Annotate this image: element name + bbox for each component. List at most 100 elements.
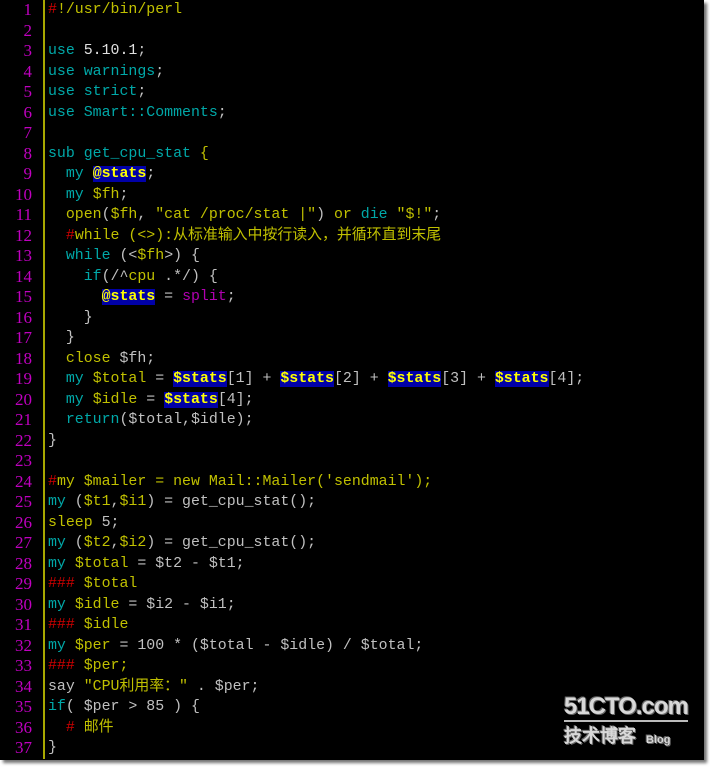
token-hl: $stats xyxy=(173,371,227,387)
code-text[interactable]: if( $per > 85 ) { xyxy=(48,697,200,718)
code-line[interactable]: 13 while (<$fh>) { xyxy=(0,246,704,267)
code-text[interactable]: } xyxy=(48,328,75,349)
code-line[interactable]: 28 my $total = $t2 - $t1; xyxy=(0,553,704,575)
code-line[interactable]: 17 } xyxy=(0,328,704,349)
token-str: or xyxy=(333,207,352,223)
token-kw: my xyxy=(48,555,66,572)
code-line[interactable]: 16 } xyxy=(0,307,704,329)
token-kw: my xyxy=(48,637,66,654)
code-text[interactable]: open($fh, "cat /proc/stat |") or die "$!… xyxy=(48,205,441,226)
code-text[interactable]: @stats = split; xyxy=(48,287,236,308)
code-line[interactable]: 31 ### $idle xyxy=(0,615,704,636)
code-line[interactable]: 25 my ($t1,$i1) = get_cpu_stat(); xyxy=(0,492,704,513)
code-line[interactable]: 12 #while (<>):从标准输入中按行读入，并循环直到末尾 xyxy=(0,225,704,247)
code-text[interactable]: } xyxy=(48,431,57,452)
token-kw: return xyxy=(65,412,120,428)
line-number: 20 xyxy=(15,389,32,409)
code-text[interactable]: sleep 5; xyxy=(48,513,120,534)
code-text[interactable]: use warnings; xyxy=(48,62,164,83)
token-plain: ; xyxy=(226,289,236,305)
code-text[interactable]: my $idle = $stats[4]; xyxy=(48,390,254,411)
code-text[interactable]: if(/^cpu .*/) { xyxy=(48,267,218,288)
code-text[interactable]: ### $per; xyxy=(48,656,128,677)
code-line[interactable]: 9 my @stats; xyxy=(0,164,704,185)
code-text[interactable]: # 邮件 xyxy=(48,718,114,739)
code-text[interactable]: close $fh; xyxy=(48,349,155,370)
token-hl: $stats xyxy=(494,371,549,387)
code-line[interactable]: 30 my $idle = $i2 - $i1; xyxy=(0,594,704,616)
token-plain: (/^ xyxy=(101,268,129,285)
code-line[interactable]: 7 xyxy=(0,123,704,144)
token-str: $idle xyxy=(74,617,129,633)
code-line[interactable]: 4 use warnings; xyxy=(0,61,704,83)
code-text[interactable]: my ($t2,$i2) = get_cpu_stat(); xyxy=(48,533,316,554)
token-kw: use warnings xyxy=(48,63,156,80)
code-text[interactable]: #while (<>):从标准输入中按行读入，并循环直到末尾 xyxy=(48,226,441,247)
code-line[interactable]: 3 use 5.10.1; xyxy=(0,41,704,62)
gutter-bar xyxy=(43,697,45,718)
code-line[interactable]: 26 sleep 5; xyxy=(0,512,704,534)
code-line[interactable]: 2 xyxy=(0,20,704,41)
code-text[interactable]: use Smart::Comments; xyxy=(48,103,227,124)
line-number: 3 xyxy=(23,41,33,60)
code-line[interactable]: 5 use strict; xyxy=(0,82,704,103)
code-line[interactable]: 23 xyxy=(0,451,704,472)
token-plain: . $per; xyxy=(188,678,260,695)
watermark-logo: 51CTO.com 技术博客 Blog xyxy=(564,694,694,747)
token-plain: , xyxy=(137,207,156,223)
code-line[interactable]: 10 my $fh; xyxy=(0,184,704,206)
code-line[interactable]: 14 if(/^cpu .*/) { xyxy=(0,266,704,288)
token-kw: my xyxy=(48,596,66,613)
code-text[interactable]: my $fh; xyxy=(48,185,129,206)
code-text[interactable]: my @stats; xyxy=(48,164,155,185)
token-plain: ; xyxy=(137,43,147,59)
token-plain: = $i2 - $i1; xyxy=(119,596,236,613)
code-text[interactable]: say "CPU利用率：" . $per; xyxy=(48,677,260,698)
code-text[interactable]: my ($t1,$i1) = get_cpu_stat(); xyxy=(48,492,316,513)
code-text[interactable]: ### $idle xyxy=(48,615,128,636)
code-text[interactable]: use 5.10.1; xyxy=(48,41,146,62)
token-plain: = xyxy=(155,289,183,305)
code-line[interactable]: 22} xyxy=(0,430,704,452)
code-text[interactable]: #!/usr/bin/perl xyxy=(48,0,182,21)
code-text[interactable]: my $per = 100 * ($total - $idle) / $tota… xyxy=(48,636,423,657)
gutter-bar xyxy=(43,225,45,246)
code-editor[interactable]: 1 #!/usr/bin/perl 2 3 use 5.10.1; 4 use warnin… xyxy=(0,0,704,759)
token-plain: } xyxy=(48,740,57,756)
code-text[interactable]: } xyxy=(48,308,93,329)
code-text[interactable]: my $total = $stats[1] + $stats[2] + $sta… xyxy=(48,369,584,390)
code-line[interactable]: 19 my $total = $stats[1] + $stats[2] + $… xyxy=(0,369,704,390)
line-number: 9 xyxy=(23,164,33,183)
code-line[interactable]: 27 my ($t2,$i2) = get_cpu_stat(); xyxy=(0,533,704,554)
code-text[interactable]: use strict; xyxy=(48,82,146,103)
line-number: 1 xyxy=(23,0,33,19)
code-line[interactable]: 1 #!/usr/bin/perl xyxy=(0,0,704,21)
code-text[interactable]: #my $mailer = new Mail::Mailer('sendmail… xyxy=(48,472,432,493)
code-line[interactable]: 21 return($total,$idle); xyxy=(0,410,704,431)
token-plain: , xyxy=(110,535,120,551)
code-line[interactable]: 8 sub get_cpu_stat { xyxy=(0,143,704,165)
code-line[interactable]: 29 ### $total xyxy=(0,574,704,595)
code-text[interactable]: sub get_cpu_stat { xyxy=(48,144,209,165)
code-line[interactable]: 11 open($fh, "cat /proc/stat |") or die … xyxy=(0,205,704,226)
code-line[interactable]: 32 my $per = 100 * ($total - $idle) / $to… xyxy=(0,635,704,657)
code-line[interactable]: 20 my $idle = $stats[4]; xyxy=(0,389,704,411)
code-line[interactable]: 6 use Smart::Comments; xyxy=(0,102,704,124)
code-line[interactable]: 24 #my $mailer = new Mail::Mailer('sendma… xyxy=(0,471,704,493)
token-str: $total xyxy=(74,555,129,572)
code-text[interactable]: return($total,$idle); xyxy=(48,410,254,431)
token-fn: split xyxy=(182,289,227,305)
line-number: 36 xyxy=(15,717,32,737)
code-line[interactable]: 33 ### $per; xyxy=(0,656,704,677)
token-plain: ($total,$idle); xyxy=(119,412,254,428)
code-text[interactable]: ### $total xyxy=(48,574,137,595)
code-text[interactable]: while (<$fh>) { xyxy=(48,246,200,267)
code-text[interactable]: my $idle = $i2 - $i1; xyxy=(48,595,236,616)
code-line[interactable]: 15 @stats = split; xyxy=(0,287,704,308)
code-text[interactable]: my $total = $t2 - $t1; xyxy=(48,554,245,575)
code-line[interactable]: 18 close $fh; xyxy=(0,348,704,370)
code-text[interactable]: } xyxy=(48,738,57,759)
token-str: $idle xyxy=(74,596,120,613)
